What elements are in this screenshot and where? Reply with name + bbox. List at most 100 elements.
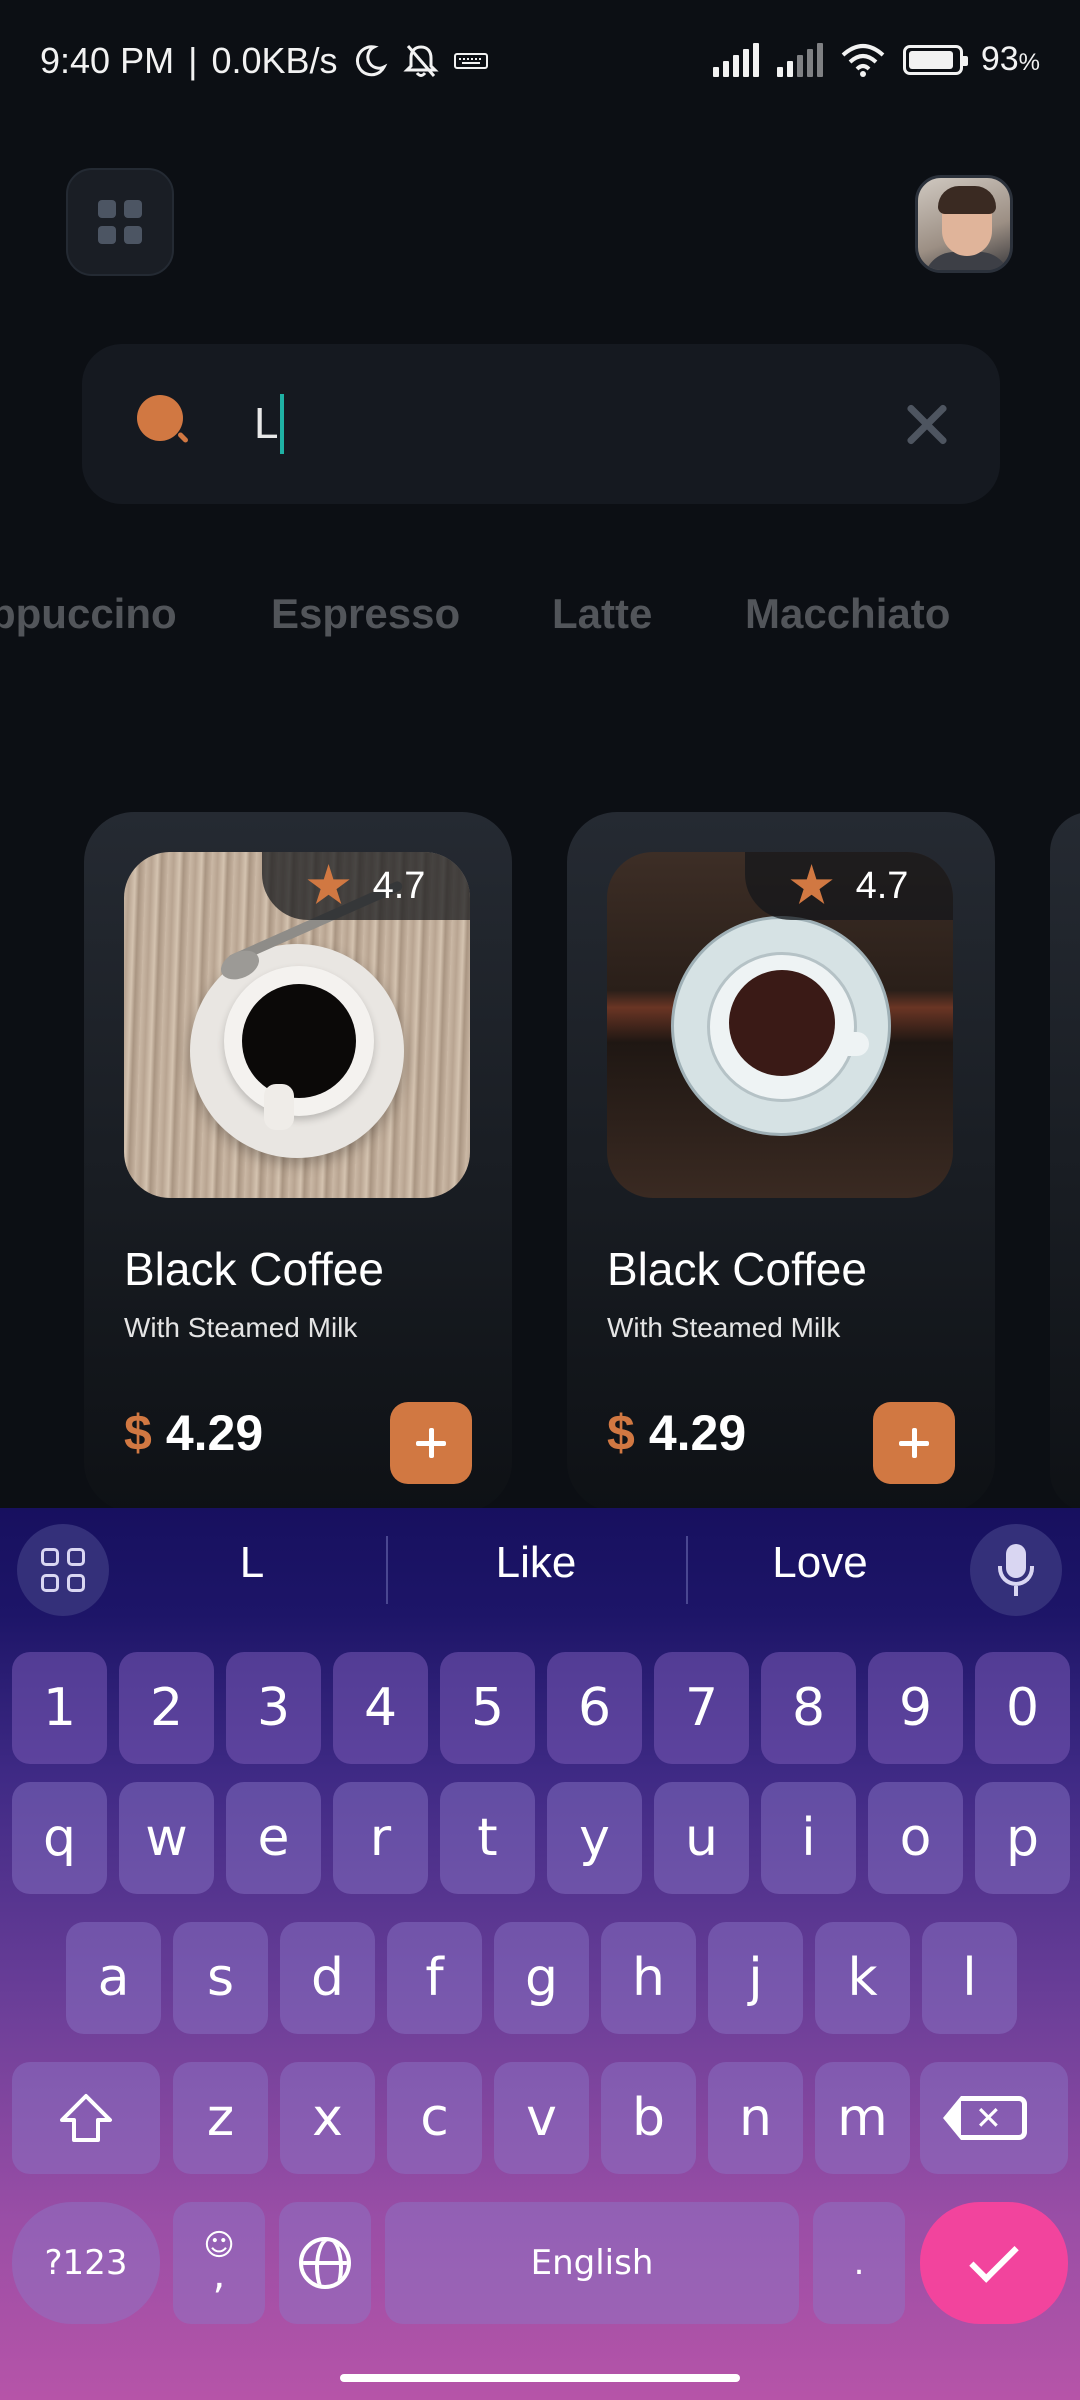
key-q[interactable]: q xyxy=(12,1782,107,1894)
status-right: 93% xyxy=(712,40,1040,79)
key-c[interactable]: c xyxy=(387,2062,482,2174)
suggestion-1[interactable]: L xyxy=(152,1538,352,1588)
product-subtitle: With Steamed Milk xyxy=(124,1312,358,1343)
battery-fill xyxy=(908,50,954,69)
bell-off-icon xyxy=(402,45,439,77)
key-3[interactable]: 3 xyxy=(226,1652,321,1764)
grid-icon-cell xyxy=(98,226,116,244)
search-input[interactable]: L xyxy=(254,394,285,454)
product-name: Black Coffee xyxy=(124,1243,384,1295)
keyboard-menu-button[interactable] xyxy=(17,1524,109,1616)
star-icon xyxy=(307,864,350,905)
key-8[interactable]: 8 xyxy=(761,1652,856,1764)
voice-input-button[interactable] xyxy=(970,1524,1062,1616)
search-icon[interactable] xyxy=(137,395,190,445)
key-o[interactable]: o xyxy=(868,1782,963,1894)
product-image: 4.7 xyxy=(124,852,470,1198)
price-value: 4.29 xyxy=(648,1405,747,1461)
rating-badge: 4.7 xyxy=(262,852,470,920)
battery-icon xyxy=(902,44,968,75)
rating-badge: 4.7 xyxy=(745,852,953,920)
space-key[interactable]: English xyxy=(385,2202,799,2324)
category-tab-cappuccino[interactable]: ppuccino xyxy=(0,590,177,638)
product-card[interactable]: 4.7 Black Coffee With Steamed Milk $4.29 xyxy=(567,812,995,1512)
text-cursor xyxy=(280,394,285,454)
key-p[interactable]: p xyxy=(975,1782,1070,1894)
key-b[interactable]: b xyxy=(601,2062,696,2174)
symbols-key[interactable]: ?123 xyxy=(12,2202,160,2324)
key-l[interactable]: l xyxy=(922,1922,1017,2034)
category-tab-macchiato[interactable]: Macchiato xyxy=(745,590,950,638)
key-t[interactable]: t xyxy=(440,1782,535,1894)
suggestion-divider xyxy=(386,1536,388,1604)
key-d[interactable]: d xyxy=(280,1922,375,2034)
period-key[interactable]: . xyxy=(813,2202,905,2324)
search-bar[interactable]: L xyxy=(82,344,1000,504)
key-h[interactable]: h xyxy=(601,1922,696,2034)
menu-button[interactable] xyxy=(66,168,174,276)
key-z[interactable]: z xyxy=(173,2062,268,2174)
signal-icon xyxy=(712,42,759,77)
product-price: $4.29 xyxy=(124,1404,263,1462)
battery-percent: 93% xyxy=(981,40,1040,79)
key-e[interactable]: e xyxy=(226,1782,321,1894)
status-bar: 9:40 PM | 0.0KB/s 93% xyxy=(0,0,1080,130)
language-key[interactable] xyxy=(279,2202,371,2324)
category-tab-espresso[interactable]: Espresso xyxy=(271,590,460,638)
microphone-icon-base xyxy=(998,1566,1034,1586)
rating-value: 4.7 xyxy=(855,864,909,907)
suggestion-3[interactable]: Love xyxy=(720,1538,920,1588)
category-tabs: ppuccino Espresso Latte Macchiato xyxy=(0,590,1080,660)
grid-icon-cell xyxy=(124,226,142,244)
key-m[interactable]: m xyxy=(815,2062,910,2174)
key-9[interactable]: 9 xyxy=(868,1652,963,1764)
status-left: 9:40 PM | 0.0KB/s xyxy=(40,40,488,82)
avatar[interactable] xyxy=(915,175,1013,273)
avatar-hair xyxy=(938,186,996,214)
add-to-cart-button[interactable] xyxy=(873,1402,955,1484)
globe-icon xyxy=(299,2237,351,2289)
key-4[interactable]: 4 xyxy=(333,1652,428,1764)
backspace-key[interactable] xyxy=(920,2062,1068,2174)
key-i[interactable]: i xyxy=(761,1782,856,1894)
key-a[interactable]: a xyxy=(66,1922,161,2034)
key-v[interactable]: v xyxy=(494,2062,589,2174)
key-w[interactable]: w xyxy=(119,1782,214,1894)
category-tab-latte[interactable]: Latte xyxy=(552,590,652,638)
key-0[interactable]: 0 xyxy=(975,1652,1070,1764)
key-2[interactable]: 2 xyxy=(119,1652,214,1764)
product-card[interactable]: 4.7 Black Coffee With Steamed Milk $4.29 xyxy=(84,812,512,1512)
key-1[interactable]: 1 xyxy=(12,1652,107,1764)
emoji-comma-key[interactable]: ☺, xyxy=(173,2202,265,2324)
key-k[interactable]: k xyxy=(815,1922,910,2034)
product-card-partial[interactable] xyxy=(1050,812,1080,1512)
key-f[interactable]: f xyxy=(387,1922,482,2034)
apps-grid-icon xyxy=(41,1548,85,1592)
key-5[interactable]: 5 xyxy=(440,1652,535,1764)
key-u[interactable]: u xyxy=(654,1782,749,1894)
grid-icon xyxy=(98,200,116,218)
home-indicator[interactable] xyxy=(340,2374,740,2382)
star-icon xyxy=(790,864,833,905)
add-to-cart-button[interactable] xyxy=(390,1402,472,1484)
clear-search-icon[interactable] xyxy=(897,394,957,454)
key-r[interactable]: r xyxy=(333,1782,428,1894)
microphone-icon-stem xyxy=(1014,1586,1018,1596)
key-x[interactable]: x xyxy=(280,2062,375,2174)
key-g[interactable]: g xyxy=(494,1922,589,2034)
key-s[interactable]: s xyxy=(173,1922,268,2034)
key-n[interactable]: n xyxy=(708,2062,803,2174)
keyboard-icon xyxy=(453,53,488,69)
key-y[interactable]: y xyxy=(547,1782,642,1894)
shift-icon xyxy=(58,2090,114,2146)
key-6[interactable]: 6 xyxy=(547,1652,642,1764)
shift-key[interactable] xyxy=(12,2062,160,2174)
key-j[interactable]: j xyxy=(708,1922,803,2034)
soft-keyboard: L Like Love 1234567890 qwertyuiop asdfghjk… xyxy=(0,1508,1080,2400)
suggestion-2[interactable]: Like xyxy=(436,1538,636,1588)
check-icon xyxy=(969,2233,1019,2283)
product-image: 4.7 xyxy=(607,852,953,1198)
key-7[interactable]: 7 xyxy=(654,1652,749,1764)
enter-key[interactable] xyxy=(920,2202,1068,2324)
grid-icon-cell xyxy=(124,200,142,218)
